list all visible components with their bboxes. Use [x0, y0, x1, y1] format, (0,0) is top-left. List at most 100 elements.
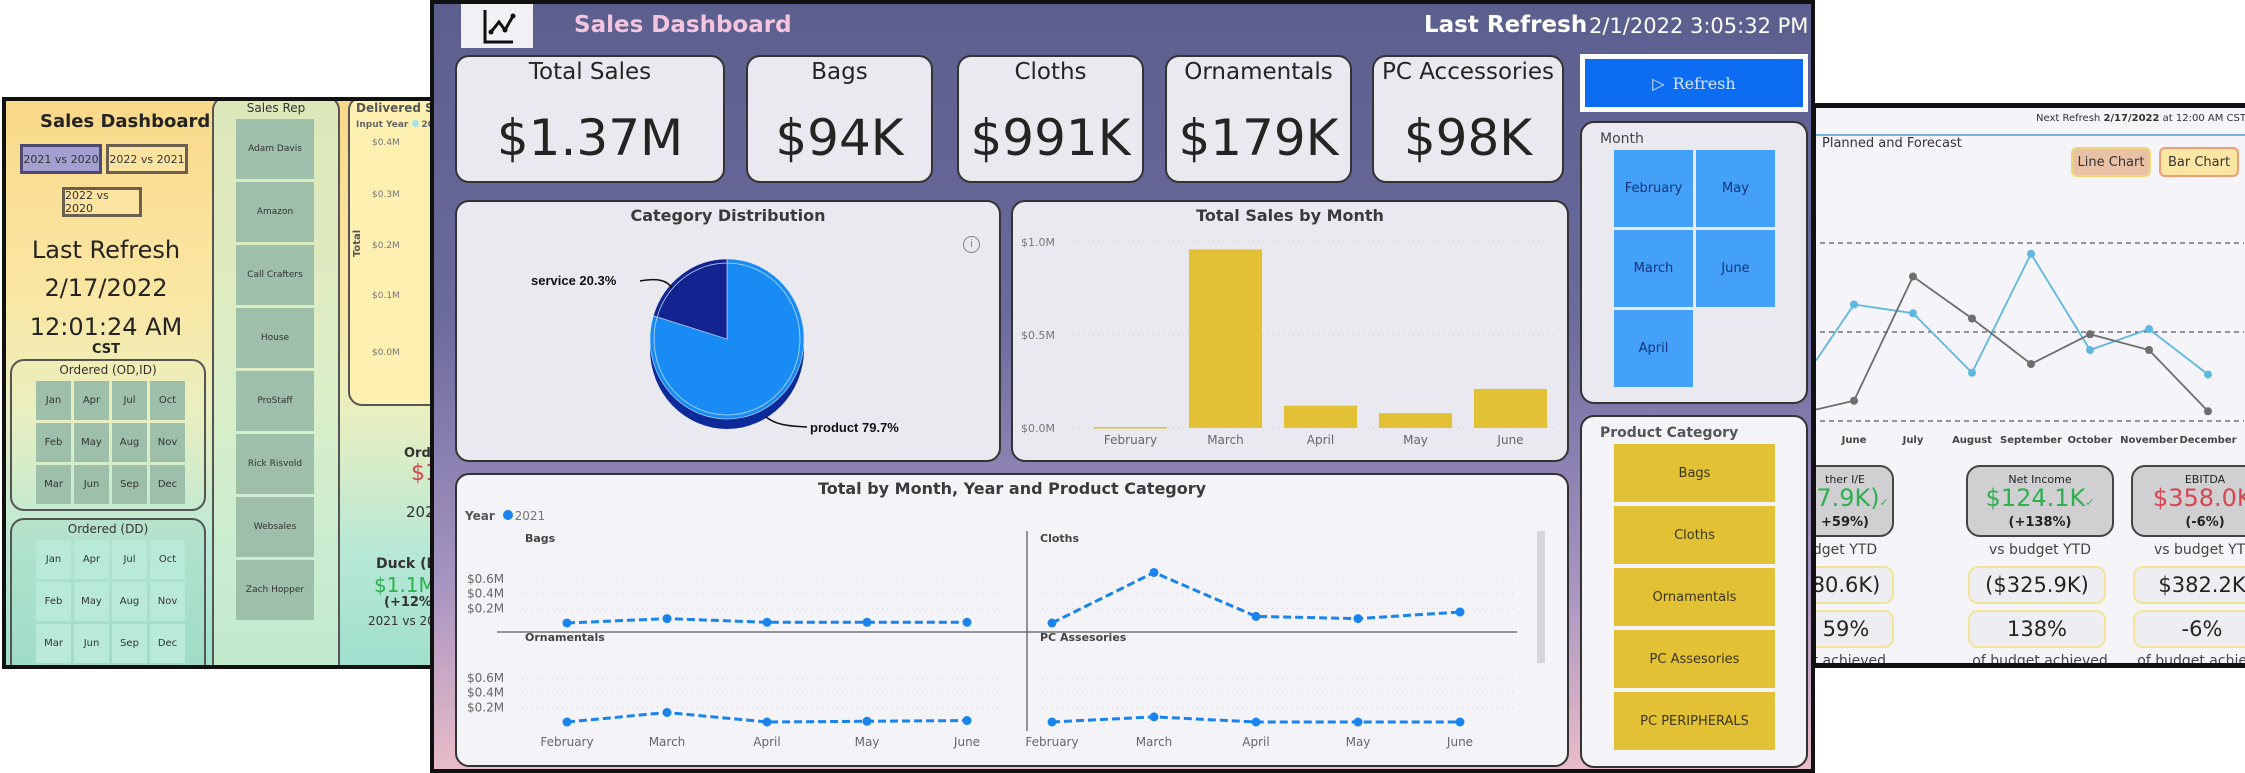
month-tile[interactable]: Mar: [36, 465, 71, 504]
sales-rep-item[interactable]: Websales: [236, 497, 314, 557]
bar-february[interactable]: [1093, 427, 1168, 429]
bar-april[interactable]: [1283, 405, 1358, 428]
x-tick-label: June: [1496, 433, 1523, 447]
next-refresh: Next Refresh 2/17/2022 at 12:00 AM CST: [2036, 113, 2245, 124]
bar-june[interactable]: [1473, 388, 1548, 428]
data-point[interactable]: [1455, 717, 1465, 727]
data-point[interactable]: [762, 617, 772, 627]
sales-rep-item[interactable]: Adam Davis: [236, 119, 314, 179]
month-tile[interactable]: Sep: [112, 624, 147, 663]
data-point[interactable]: [562, 717, 572, 727]
refresh-button-inner[interactable]: ▷ Refresh: [1585, 59, 1803, 107]
category-tile[interactable]: PC PERIPHERALS: [1614, 692, 1775, 750]
kpi-total-sales: Total Sales $1.37M: [455, 55, 725, 183]
compare-2022-vs-2021-button[interactable]: 2022 vs 2021: [106, 144, 188, 174]
month-tile[interactable]: Dec: [150, 624, 185, 663]
data-point[interactable]: [762, 717, 772, 727]
month-tile[interactable]: Oct: [150, 540, 185, 579]
x-tick-label: May: [855, 735, 880, 749]
data-point[interactable]: [662, 614, 672, 624]
month-tile[interactable]: Sep: [112, 465, 147, 504]
bar-march[interactable]: [1188, 249, 1263, 428]
data-point[interactable]: [1251, 717, 1261, 727]
month-tile[interactable]: Jul: [112, 381, 147, 420]
compare-2022-vs-2020-button[interactable]: 2022 vs 2020: [62, 187, 142, 217]
sales-rep-item[interactable]: House: [236, 308, 314, 368]
month-tile[interactable]: May: [1696, 150, 1775, 227]
month-tile[interactable]: Nov: [150, 423, 185, 462]
data-point[interactable]: [1149, 567, 1159, 577]
category-tile[interactable]: PC Assesories: [1614, 630, 1775, 688]
data-point[interactable]: [862, 716, 872, 726]
data-point[interactable]: [662, 707, 672, 717]
sales-rep-item[interactable]: Rick Risvold: [236, 434, 314, 494]
data-point[interactable]: [862, 617, 872, 627]
data-point[interactable]: [2027, 360, 2035, 368]
month-tile[interactable]: Jan: [36, 540, 71, 579]
data-point[interactable]: [1850, 300, 1858, 309]
kpi-value: $98K: [1403, 109, 1533, 167]
data-point[interactable]: [1149, 712, 1159, 722]
data-point[interactable]: [2204, 407, 2212, 416]
data-point[interactable]: [1353, 614, 1363, 624]
month-tile[interactable]: April: [1614, 310, 1693, 387]
month-tile[interactable]: Jul: [112, 540, 147, 579]
month-tile[interactable]: Dec: [150, 465, 185, 504]
budget-value: $382.2K: [2133, 566, 2245, 604]
data-point[interactable]: [2086, 330, 2094, 339]
data-point[interactable]: [1455, 607, 1465, 617]
ordered-odid-title: Ordered (OD,ID): [59, 363, 157, 377]
month-tile[interactable]: Jun: [74, 624, 109, 663]
kpi-bags: Bags $94K: [746, 55, 933, 183]
data-point[interactable]: [1909, 309, 1917, 318]
refresh-button[interactable]: ▷ Refresh: [1580, 54, 1808, 112]
budget-pct: -6%: [2133, 610, 2245, 648]
month-tile[interactable]: Apr: [74, 540, 109, 579]
month-tile[interactable]: May: [74, 582, 109, 621]
category-tile[interactable]: Ornamentals: [1614, 568, 1775, 626]
last-refresh-label: Last Refresh: [31, 236, 181, 264]
month-tile[interactable]: Aug: [112, 423, 147, 462]
compare-2021-vs-2020-button[interactable]: 2021 vs 2020: [20, 144, 102, 174]
data-point[interactable]: [2204, 370, 2212, 379]
sales-rep-item[interactable]: Call Crafters: [236, 245, 314, 305]
data-point[interactable]: [1353, 717, 1363, 727]
data-point[interactable]: [1047, 717, 1057, 727]
data-point[interactable]: [1047, 618, 1057, 628]
data-point[interactable]: [962, 716, 972, 726]
category-tile[interactable]: Bags: [1614, 444, 1775, 502]
data-point[interactable]: [1968, 368, 1976, 377]
data-point[interactable]: [2145, 325, 2153, 333]
data-point[interactable]: [1850, 396, 1858, 405]
month-tile[interactable]: Aug: [112, 582, 147, 621]
data-point[interactable]: [2145, 346, 2153, 354]
data-point[interactable]: [2027, 249, 2035, 258]
bar-may[interactable]: [1378, 413, 1453, 428]
sales-rep-item[interactable]: Zach Hopper: [236, 560, 314, 620]
month-tile[interactable]: Nov: [150, 582, 185, 621]
month-tile[interactable]: Apr: [74, 381, 109, 420]
month-tile[interactable]: Feb: [36, 582, 71, 621]
month-tile[interactable]: Jun: [74, 465, 109, 504]
play-icon: ▷: [1652, 73, 1665, 93]
sales-rep-item[interactable]: ProStaff: [236, 371, 314, 431]
x-tick-label: May: [1403, 433, 1428, 447]
month-tile[interactable]: Jan: [36, 381, 71, 420]
month-tile[interactable]: Oct: [150, 381, 185, 420]
data-point[interactable]: [1968, 314, 1976, 323]
month-tile[interactable]: March: [1614, 230, 1693, 307]
data-point[interactable]: [962, 617, 972, 627]
month-tile[interactable]: May: [74, 423, 109, 462]
month-tile[interactable]: February: [1614, 150, 1693, 227]
sales-rep-item[interactable]: Amazon: [236, 182, 314, 242]
month-tile[interactable]: Mar: [36, 624, 71, 663]
data-point[interactable]: [1909, 272, 1917, 281]
month-tile[interactable]: Feb: [36, 423, 71, 462]
data-point[interactable]: [562, 618, 572, 628]
x-tick-label: March: [1136, 735, 1173, 749]
data-point[interactable]: [1251, 611, 1261, 621]
month-tile[interactable]: June: [1696, 230, 1775, 307]
leader-line: [639, 278, 673, 289]
category-tile[interactable]: Cloths: [1614, 506, 1775, 564]
data-point[interactable]: [2086, 346, 2094, 354]
